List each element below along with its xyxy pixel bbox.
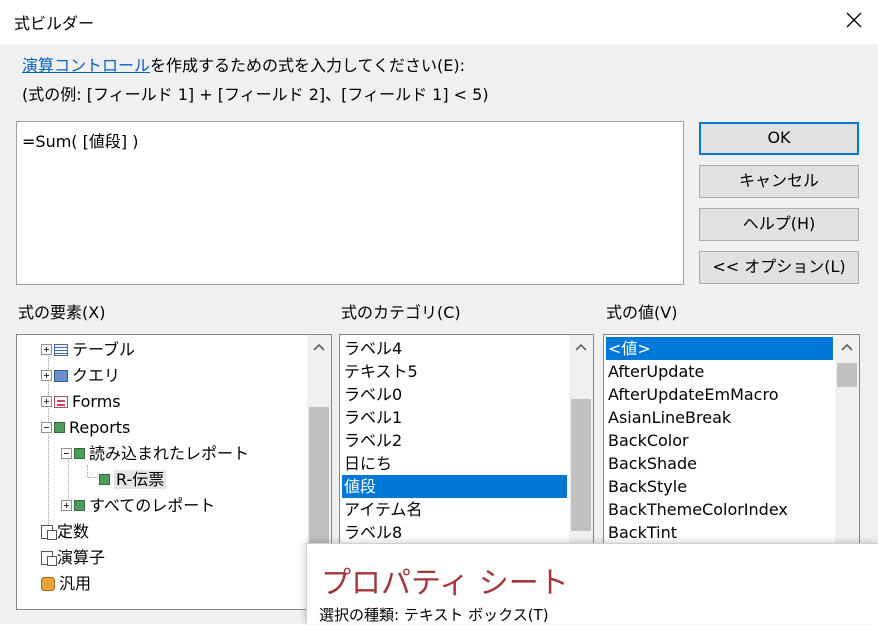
calc-control-link[interactable]: 演算コントロール: [22, 56, 150, 75]
tree-item-r-denpyo[interactable]: R-伝票: [99, 466, 167, 492]
tree-item-reports[interactable]: Reports: [41, 414, 130, 440]
tree-item-constants[interactable]: 定数: [41, 518, 89, 544]
ok-button[interactable]: OK: [699, 122, 859, 155]
category-item[interactable]: テキスト5: [342, 360, 567, 383]
value-item[interactable]: AfterUpdate: [606, 360, 833, 383]
tree-item-loaded-reports[interactable]: 読み込まれたレポート: [61, 440, 249, 466]
constants-icon: [41, 524, 57, 540]
operators-icon: [41, 550, 57, 566]
category-item-selected[interactable]: 値段: [342, 475, 567, 498]
value-item[interactable]: AfterUpdateEmMacro: [606, 383, 833, 406]
category-item[interactable]: ラベル0: [342, 383, 567, 406]
report-icon: [74, 500, 85, 511]
chevron-up-icon: [313, 343, 325, 351]
expand-icon[interactable]: [41, 370, 52, 381]
collapse-icon[interactable]: [61, 448, 72, 459]
property-sheet-title: プロパティ シート: [321, 566, 569, 601]
expand-icon[interactable]: [41, 396, 52, 407]
tree-item-queries[interactable]: クエリ: [41, 362, 120, 388]
expand-icon[interactable]: [61, 500, 72, 511]
report-icon: [74, 448, 85, 459]
tree-item-all-reports[interactable]: すべてのレポート: [61, 492, 215, 518]
chevron-up-icon: [841, 343, 853, 351]
close-button[interactable]: [832, 0, 878, 40]
category-item[interactable]: アイテム名: [342, 498, 567, 521]
value-item[interactable]: BackColor: [606, 429, 833, 452]
expression-builder-dialog: 式ビルダー 演算コントロールを作成するための式を入力してください(E): (式の…: [0, 0, 878, 624]
query-icon: [54, 369, 68, 382]
title-bar: 式ビルダー: [0, 0, 878, 44]
tree-item-tables[interactable]: テーブル: [41, 336, 135, 362]
scroll-thumb[interactable]: [837, 363, 857, 387]
value-item[interactable]: BackStyle: [606, 475, 833, 498]
categories-list[interactable]: ラベル4 テキスト5 ラベル0 ラベル1 ラベル2 日にち 値段 アイテム名 ラ…: [339, 334, 594, 544]
tree-item-common-expressions[interactable]: 汎用: [41, 570, 91, 596]
values-list[interactable]: <値> AfterUpdate AfterUpdateEmMacro Asian…: [603, 334, 860, 544]
values-label: 式の値(V): [606, 303, 678, 322]
expand-icon[interactable]: [41, 344, 52, 355]
chevron-up-icon: [575, 343, 587, 351]
value-item[interactable]: AsianLineBreak: [606, 406, 833, 429]
scroll-thumb[interactable]: [571, 399, 591, 531]
value-item-selected[interactable]: <値>: [606, 337, 833, 360]
value-item[interactable]: BackTint: [606, 521, 833, 543]
scroll-up-button[interactable]: [569, 335, 593, 359]
elements-tree[interactable]: テーブル クエリ Forms Reports 読み込まれたレポート R-伝票 す…: [16, 334, 332, 610]
instruction-line-1: 演算コントロールを作成するための式を入力してください(E):: [22, 52, 465, 76]
forms-icon: [54, 395, 68, 408]
property-sheet-panel: プロパティ シート 選択の種類: テキスト ボックス(T): [306, 543, 878, 624]
categories-label: 式のカテゴリ(C): [341, 303, 461, 322]
category-item[interactable]: ラベル4: [342, 337, 567, 360]
collapse-icon[interactable]: [41, 422, 52, 433]
cancel-button[interactable]: キャンセル: [699, 165, 859, 198]
help-button[interactable]: ヘルプ(H): [699, 208, 859, 241]
reports-icon: [54, 422, 65, 433]
selection-type-label: 選択の種類: テキスト ボックス(T): [319, 606, 549, 624]
report-icon: [99, 474, 110, 485]
instruction-text: を作成するための式を入力してください(E):: [150, 56, 466, 75]
scroll-up-button[interactable]: [307, 335, 331, 359]
categories-scrollbar[interactable]: [569, 335, 593, 543]
tree-item-operators[interactable]: 演算子: [41, 544, 105, 570]
window-title: 式ビルダー: [14, 14, 95, 33]
value-item[interactable]: BackShade: [606, 452, 833, 475]
category-item[interactable]: ラベル2: [342, 429, 567, 452]
scroll-up-button[interactable]: [835, 335, 859, 359]
elements-label: 式の要素(X): [18, 303, 106, 322]
table-icon: [54, 343, 68, 356]
values-scrollbar[interactable]: [835, 335, 859, 543]
instruction-example: (式の例: [フィールド 1] + [フィールド 2]、[フィールド 1] < …: [22, 85, 489, 104]
tree-item-forms[interactable]: Forms: [41, 388, 121, 414]
category-item[interactable]: ラベル8: [342, 521, 567, 543]
category-item[interactable]: 日にち: [342, 452, 567, 475]
functions-icon: [41, 576, 55, 591]
close-icon: [846, 12, 862, 28]
value-item[interactable]: BackThemeColorIndex: [606, 498, 833, 521]
category-item[interactable]: ラベル1: [342, 406, 567, 429]
expression-input[interactable]: =Sum( [値段] ): [16, 121, 684, 285]
options-button[interactable]: << オプション(L): [699, 251, 859, 284]
